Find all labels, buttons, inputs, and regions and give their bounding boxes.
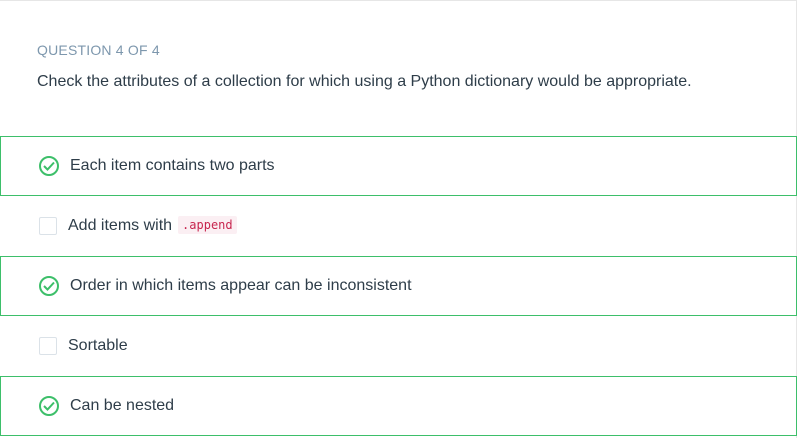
checkbox-unchecked-icon[interactable] <box>39 217 57 235</box>
option-label: Can be nested <box>70 397 175 414</box>
option-sortable[interactable]: Sortable <box>0 316 797 376</box>
option-label-text: Add items with <box>68 217 173 234</box>
check-circle-icon[interactable] <box>39 276 59 296</box>
answer-options-list: Each item contains two parts Add items w… <box>0 136 797 436</box>
option-label: Add items with .append <box>68 216 237 235</box>
option-each-item-two-parts[interactable]: Each item contains two parts <box>0 136 797 196</box>
check-circle-icon[interactable] <box>39 156 59 176</box>
checkbox-unchecked-icon[interactable] <box>39 337 57 355</box>
option-can-be-nested[interactable]: Can be nested <box>0 376 797 436</box>
option-label: Each item contains two parts <box>70 157 275 174</box>
question-prompt: Check the attributes of a collection for… <box>37 73 692 90</box>
option-order-inconsistent[interactable]: Order in which items appear can be incon… <box>0 256 797 316</box>
option-add-items-append[interactable]: Add items with .append <box>0 196 797 256</box>
option-label: Order in which items appear can be incon… <box>70 277 412 294</box>
question-counter: QUESTION 4 OF 4 <box>37 42 160 58</box>
quiz-page: QUESTION 4 OF 4 Check the attributes of … <box>0 0 797 438</box>
inline-code: .append <box>178 216 237 234</box>
check-circle-icon[interactable] <box>39 396 59 416</box>
option-label: Sortable <box>68 337 128 354</box>
